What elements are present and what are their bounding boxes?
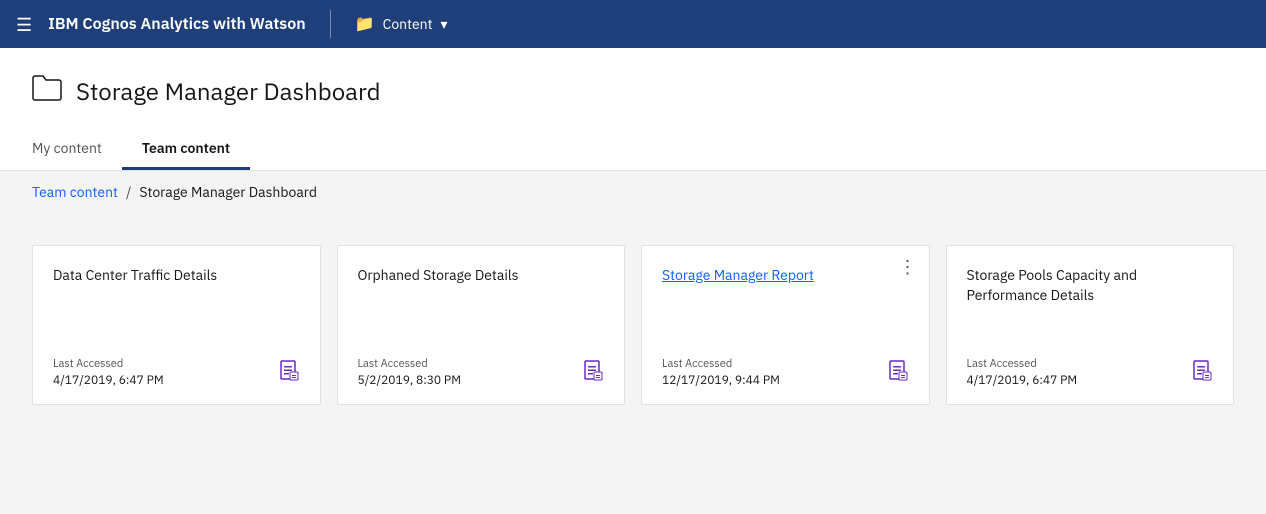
content-area: Data Center Traffic Details Last Accesse… [0,213,1266,437]
card-footer-data-center: Last Accessed 4/17/2019, 6:47 PM [53,357,300,388]
last-accessed-value-3: 12/17/2019, 9:44 PM [662,373,780,388]
breadcrumb-separator: / [126,183,131,201]
breadcrumb: Team content / Storage Manager Dashboard [0,171,1266,213]
card-last-accessed-orphaned: Last Accessed 5/2/2019, 8:30 PM [358,357,461,388]
report-icon-4 [1193,360,1213,388]
card-orphaned-storage: Orphaned Storage Details Last Accessed 5… [337,245,626,405]
last-accessed-value-4: 4/17/2019, 6:47 PM [967,373,1078,388]
content-folder-icon: 📁 [355,14,375,34]
card-menu-button[interactable]: ⋮ [899,258,917,276]
card-last-accessed-storage-pools: Last Accessed 4/17/2019, 6:47 PM [967,357,1078,388]
tabs-container: My content Team content [32,129,1234,170]
tab-team-content[interactable]: Team content [122,129,250,170]
cards-grid: Data Center Traffic Details Last Accesse… [32,245,1234,405]
last-accessed-label-4: Last Accessed [967,357,1078,371]
card-title-orphaned: Orphaned Storage Details [358,266,605,341]
last-accessed-value-1: 4/17/2019, 6:47 PM [53,373,164,388]
card-last-accessed-storage-report: Last Accessed 12/17/2019, 9:44 PM [662,357,780,388]
navbar-divider [330,10,331,38]
hamburger-icon[interactable]: ☰ [16,13,32,36]
last-accessed-label-3: Last Accessed [662,357,780,371]
card-last-accessed-data-center: Last Accessed 4/17/2019, 6:47 PM [53,357,164,388]
content-btn-label: Content [383,15,433,33]
report-icon-1 [280,360,300,388]
last-accessed-value-2: 5/2/2019, 8:30 PM [358,373,461,388]
card-title-storage-report[interactable]: Storage Manager Report [662,266,909,341]
breadcrumb-team-content-link[interactable]: Team content [32,183,118,201]
page-title: Storage Manager Dashboard [76,75,381,107]
last-accessed-label-1: Last Accessed [53,357,164,371]
report-icon-3 [889,360,909,388]
card-title-storage-pools: Storage Pools Capacity and Performance D… [967,266,1214,341]
card-data-center: Data Center Traffic Details Last Accesse… [32,245,321,405]
card-footer-orphaned: Last Accessed 5/2/2019, 8:30 PM [358,357,605,388]
content-button[interactable]: 📁 Content ▾ [355,14,448,34]
report-icon-2 [584,360,604,388]
breadcrumb-current: Storage Manager Dashboard [139,183,317,201]
page-title-row: Storage Manager Dashboard [32,72,1234,109]
chevron-down-icon: ▾ [441,15,448,33]
card-storage-manager-report: ⋮ Storage Manager Report Last Accessed 1… [641,245,930,405]
card-footer-storage-pools: Last Accessed 4/17/2019, 6:47 PM [967,357,1214,388]
page-folder-icon [32,72,62,109]
navbar: ☰ IBM Cognos Analytics with Watson 📁 Con… [0,0,1266,48]
card-footer-storage-report: Last Accessed 12/17/2019, 9:44 PM [662,357,909,388]
app-title: IBM Cognos Analytics with Watson [48,14,306,34]
page-header: Storage Manager Dashboard My content Tea… [0,48,1266,171]
last-accessed-label-2: Last Accessed [358,357,461,371]
card-storage-pools: Storage Pools Capacity and Performance D… [946,245,1235,405]
tab-my-content[interactable]: My content [32,129,122,170]
card-title-data-center: Data Center Traffic Details [53,266,300,341]
